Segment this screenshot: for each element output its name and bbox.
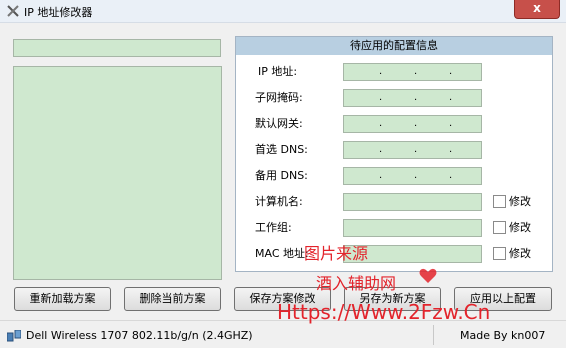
delete-scheme-button[interactable]: 删除当前方案 [124, 287, 221, 311]
config-header: 待应用的配置信息 [236, 37, 552, 55]
ip-dot: . [379, 170, 383, 181]
mac-modify-label: 修改 [509, 247, 531, 260]
heart-icon [419, 268, 437, 283]
watermark-url: Https://Www.2Fzw.Cn [277, 300, 491, 324]
ip-dot: . [379, 92, 383, 103]
dns1-input[interactable]: . . . [343, 141, 482, 159]
network-adapter-icon [7, 330, 21, 342]
workgroup-label: 工作组: [255, 221, 292, 234]
status-divider [433, 325, 434, 345]
scheme-name-input[interactable] [13, 39, 221, 57]
workgroup-input[interactable] [343, 219, 482, 237]
window-title: IP 地址修改器 [24, 6, 93, 19]
ip-dot: . [414, 144, 418, 155]
ip-dot: . [449, 118, 453, 129]
ip-address-input[interactable]: . . . [343, 63, 482, 81]
gateway-label: 默认网关: [255, 117, 303, 130]
workgroup-modify-checkbox[interactable] [493, 221, 506, 234]
ip-dot: . [449, 170, 453, 181]
ip-dot: . [379, 144, 383, 155]
author-status: Made By kn007 [460, 329, 546, 342]
mask-label: 子网掩码: [255, 91, 303, 104]
mac-modify-checkbox[interactable] [493, 247, 506, 260]
workgroup-modify-label: 修改 [509, 221, 531, 234]
subnet-mask-input[interactable]: . . . [343, 89, 482, 107]
dns2-label: 备用 DNS: [255, 169, 308, 182]
adapter-status: Dell Wireless 1707 802.11b/g/n (2.4GHZ) [26, 329, 253, 342]
ip-dot: . [449, 66, 453, 77]
watermark-line1: 图片来源 [304, 244, 369, 263]
computer-name-label: 计算机名: [255, 195, 303, 208]
dns1-label: 首选 DNS: [255, 143, 308, 156]
watermark-line2: 酒入辅助网 [316, 274, 397, 293]
ip-dot: . [414, 170, 418, 181]
close-button[interactable]: x [514, 0, 560, 19]
ip-dot: . [414, 92, 418, 103]
computer-name-input[interactable] [343, 193, 482, 211]
dns2-input[interactable]: . . . [343, 167, 482, 185]
ip-dot: . [414, 118, 418, 129]
ip-dot: . [379, 66, 383, 77]
ip-dot: . [379, 118, 383, 129]
reload-scheme-button[interactable]: 重新加载方案 [14, 287, 111, 311]
gateway-input[interactable]: . . . [343, 115, 482, 133]
title-bar: IP 地址修改器 x [0, 0, 566, 23]
tools-icon [7, 5, 19, 17]
mac-label: MAC 地址: [255, 247, 309, 260]
ip-dot: . [449, 144, 453, 155]
ip-label: IP 地址: [258, 65, 298, 78]
ip-dot: . [414, 66, 418, 77]
computer-name-modify-label: 修改 [509, 195, 531, 208]
ip-dot: . [449, 92, 453, 103]
computer-name-modify-checkbox[interactable] [493, 195, 506, 208]
scheme-list[interactable] [13, 66, 222, 280]
status-bar: Dell Wireless 1707 802.11b/g/n (2.4GHZ) … [0, 320, 566, 348]
